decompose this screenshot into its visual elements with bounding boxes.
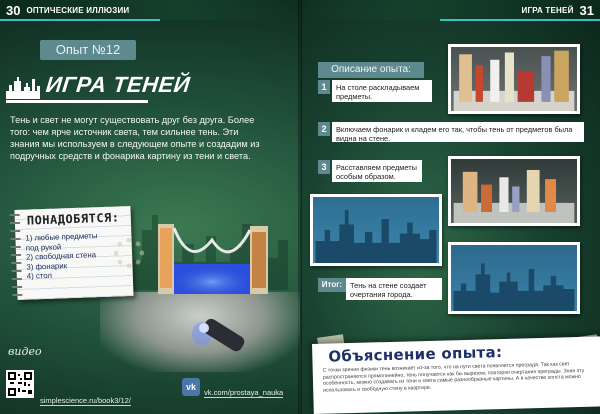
- needed-list: 1) любые предметы под рукой 2) свободная…: [25, 231, 99, 281]
- photo-objects-on-table: [448, 44, 580, 114]
- page-title: ИГРА ТЕНЕЙ: [44, 72, 192, 97]
- step-number: 2: [318, 122, 330, 136]
- step-text: Расставляем предметы особым образом.: [332, 160, 422, 182]
- qr-code-icon[interactable]: [6, 370, 34, 398]
- left-header: 30 Оптические иллюзии: [0, 0, 300, 20]
- explanation-text: С точки зрения физики тень возникает из-…: [322, 361, 585, 394]
- city-skyline-icon: [6, 77, 40, 99]
- vk-logo-icon[interactable]: vk: [182, 378, 200, 396]
- right-accent-line: [440, 19, 600, 21]
- step-number: 1: [318, 80, 330, 94]
- flashlight-icon: [192, 318, 245, 352]
- left-page-number: 30: [6, 2, 21, 18]
- book-link[interactable]: simplescience.ru/book3/12/: [40, 396, 131, 406]
- photo-shadow-city-2: [448, 242, 580, 314]
- intro-text: Тень и свет не могут существовать друг б…: [10, 115, 260, 161]
- notebook-spiral: [9, 213, 23, 297]
- needed-item: 4) стол: [26, 271, 53, 282]
- photo-flashlight-setup: [448, 156, 580, 226]
- title-underline: [6, 100, 148, 103]
- step-text: Включаем фонарик и кладем его так, чтобы…: [332, 122, 584, 143]
- explanation-card: Объяснение опыта: С точки зрения физики …: [312, 336, 600, 414]
- video-label: видео: [8, 345, 42, 358]
- explanation-title: Объяснение опыта:: [328, 343, 503, 366]
- step-number: 3: [318, 160, 330, 174]
- props-on-table: [158, 224, 268, 294]
- photo-shadow-city-1: [310, 194, 442, 266]
- step-text: На столе раскладываем предметы.: [332, 80, 432, 102]
- right-page-number: 31: [579, 2, 594, 18]
- right-section-title: Игра теней: [521, 5, 574, 15]
- left-section-title: Оптические иллюзии: [26, 5, 130, 15]
- needed-title: ПОНАДОБЯТСЯ:: [26, 210, 120, 228]
- result-label: Итог:: [318, 278, 346, 292]
- experiment-number: Опыт №12: [40, 40, 136, 60]
- right-header: Игра теней 31: [300, 0, 600, 20]
- left-accent-line: [0, 19, 160, 21]
- vk-link[interactable]: vk.com/prostaya_nauka: [204, 388, 284, 398]
- result-text: Тень на стене создает очертания города.: [346, 278, 442, 300]
- description-title: Описание опыта:: [318, 62, 424, 78]
- gear-icon: [114, 238, 144, 268]
